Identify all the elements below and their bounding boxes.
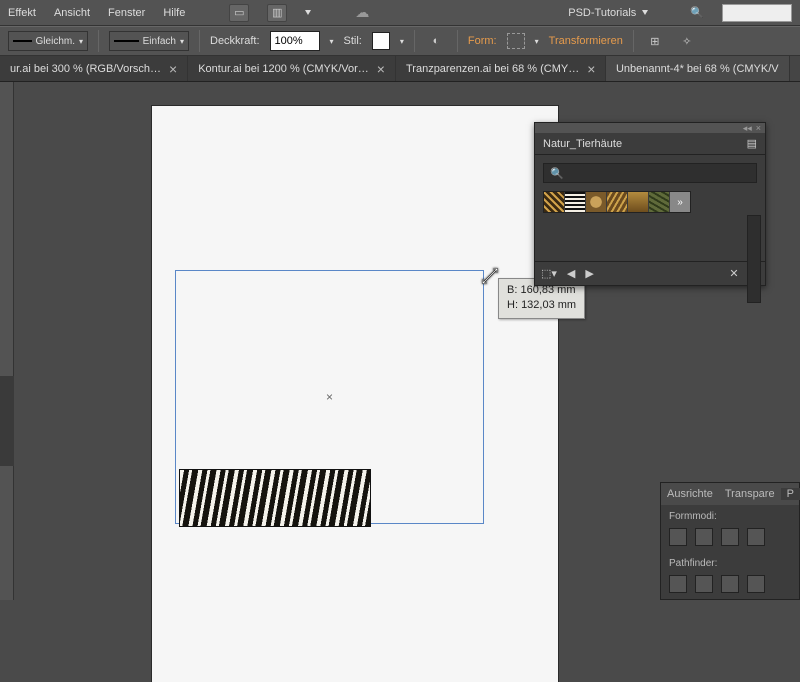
recolor-icon[interactable]: ◐ [425,31,447,51]
swatch-row: » [543,191,691,213]
center-mark-icon: × [326,390,333,404]
zebra-pattern-object[interactable] [179,469,371,527]
shapemode-minus-icon[interactable] [695,528,713,546]
next-icon[interactable]: ▶ [585,267,593,280]
prev-icon[interactable]: ◀ [567,267,575,280]
panel-close-icon[interactable]: × [756,123,761,133]
formmodi-label: Formmodi: [669,511,791,522]
swatch-overflow-icon[interactable]: » [670,192,690,212]
layout-icon-1[interactable]: ▭ [229,4,249,22]
tab-1-label: Kontur.ai bei 1200 % (CMYK/Vor… [198,63,369,75]
style-swatch[interactable] [372,32,390,50]
psd-label: PSD-Tutorials [568,7,636,19]
swatches-panel[interactable]: ◂◂ × Natur_Tierhäute ▤ 🔍 » ⬚▾ ◀ [534,122,766,286]
opacity-field[interactable]: 100% [270,31,320,51]
pf-divide-icon[interactable] [669,575,687,593]
menu-window[interactable]: Fenster [108,7,145,19]
swatches-panel-title[interactable]: Natur_Tierhäute [543,138,747,150]
document-tab-bar: ur.ai bei 300 % (RGB/Vorsch… × Kontur.ai… [0,56,800,82]
doc-tab-3[interactable]: Unbenannt-4* bei 68 % (CMYK/V [606,56,790,81]
opacity-label: Deckkraft: [210,35,260,47]
menu-view[interactable]: Ansicht [54,7,90,19]
style-dropdown-icon[interactable]: ▾ [400,37,404,46]
swatch-1[interactable] [544,192,564,212]
shapemode-exclude-icon[interactable] [747,528,765,546]
psd-tutorials-dropdown[interactable]: PSD-Tutorials [568,7,648,19]
isolate-icon[interactable]: ✧ [676,31,698,51]
tab-2-label: Tranzparenzen.ai bei 68 % (CMY… [406,63,579,75]
swatch-6[interactable] [649,192,669,212]
swatch-search-input[interactable]: 🔍 [543,163,757,183]
stroke2-label: Einfach [143,36,176,47]
shape-label[interactable]: Form: [468,35,497,47]
swatch-3[interactable] [586,192,606,212]
swatch-2[interactable] [565,192,585,212]
tab-align[interactable]: Ausrichte [661,488,719,500]
stroke1-label: Gleichm. [36,36,75,47]
workspace: × B: 160,83 mm H: 132,03 mm ◂◂ × Natur_T… [0,82,800,600]
panel-controls: ◂◂ × [535,123,765,133]
shape-mode-icon[interactable] [507,33,525,49]
chevron-down-icon [642,10,648,15]
tab-pathfinder[interactable]: P [781,488,800,500]
layout-dropdown-icon[interactable] [305,10,311,15]
menu-bar: Effekt Ansicht Fenster Hilfe ▭ ▥ ☁ PSD-T… [0,0,800,26]
stroke-profile-2[interactable]: Einfach ▾ [109,31,189,51]
tab-3-label: Unbenannt-4* bei 68 % (CMYK/V [616,63,779,75]
doc-tab-0[interactable]: ur.ai bei 300 % (RGB/Vorsch… × [0,56,188,81]
options-bar: Gleichm. ▾ Einfach ▾ Deckkraft: 100% ▾ S… [0,26,800,56]
pf-merge-icon[interactable] [721,575,739,593]
height-value: 132,03 mm [521,299,576,311]
shapemode-unite-icon[interactable] [669,528,687,546]
search-input[interactable] [722,4,792,22]
shapemode-intersect-icon[interactable] [721,528,739,546]
panel-scrollbar[interactable] [747,215,761,303]
pathfinder-panel[interactable]: Ausrichte Transpare P Formmodi: Pathfind… [660,482,800,600]
swatch-5[interactable] [628,192,648,212]
search-icon: 🔍 [690,6,704,19]
swatch-libraries-icon[interactable]: ⬚▾ [541,267,557,280]
height-label: H: [507,299,518,311]
close-icon[interactable]: × [169,62,177,76]
cloud-icon[interactable]: ☁ [355,4,369,21]
close-icon[interactable]: × [377,62,385,76]
close-icon[interactable]: × [587,62,595,76]
panel-collapse-icon[interactable]: ◂◂ [743,123,752,133]
swatch-4[interactable] [607,192,627,212]
pathfinder-label: Pathfinder: [669,558,791,569]
align-icon[interactable]: ⊞ [644,31,666,51]
transform-label[interactable]: Transformieren [549,35,623,47]
swatches-panel-footer: ⬚▾ ◀ ▶ ✕ ▤ [535,261,765,285]
panel-menu-icon[interactable]: ▤ [747,137,757,150]
opacity-dropdown-icon[interactable]: ▾ [330,37,334,46]
stroke-profile-1[interactable]: Gleichm. ▾ [8,31,88,51]
style-label: Stil: [344,35,362,47]
search-icon: 🔍 [550,167,564,180]
pf-trim-icon[interactable] [695,575,713,593]
left-ruler-strip [0,82,14,600]
width-label: B: [507,284,517,296]
opacity-value: 100% [275,35,303,47]
shape-dropdown-icon[interactable]: ▾ [535,37,539,46]
pf-crop-icon[interactable] [747,575,765,593]
menu-effect[interactable]: Effekt [8,7,36,19]
doc-tab-2[interactable]: Tranzparenzen.ai bei 68 % (CMY… × [396,56,606,81]
doc-tab-1[interactable]: Kontur.ai bei 1200 % (CMYK/Vor… × [188,56,396,81]
tab-0-label: ur.ai bei 300 % (RGB/Vorsch… [10,63,161,75]
layout-icon-2[interactable]: ▥ [267,4,287,22]
menu-help[interactable]: Hilfe [163,7,185,19]
tab-transparency[interactable]: Transpare [719,488,781,500]
no-edit-icon[interactable]: ✕ [729,267,738,280]
